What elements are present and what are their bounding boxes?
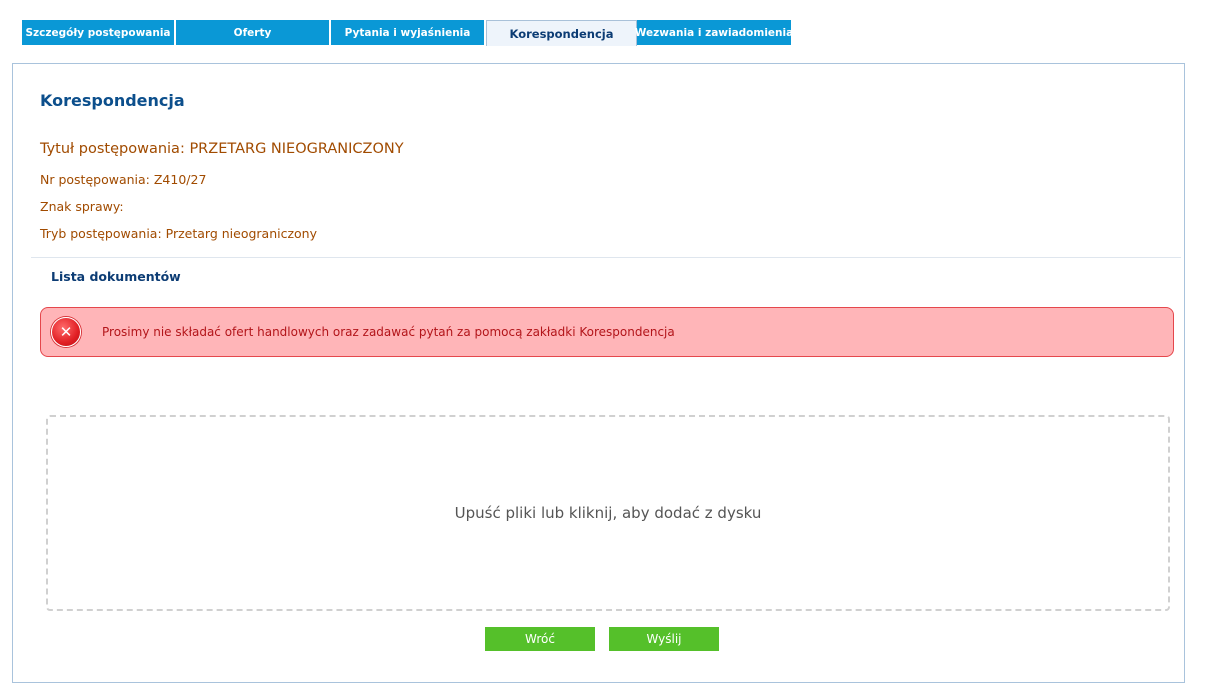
case-mark: Znak sprawy: [40,199,124,214]
back-button[interactable]: Wróć [485,627,595,651]
procedure-number: Nr postępowania: Z410/27 [40,172,207,187]
procedure-title: Tytuł postępowania: PRZETARG NIEOGRANICZ… [40,141,404,157]
tab-procedure-details[interactable]: Szczegóły postępowania [22,20,176,45]
tab-correspondence[interactable]: Korespondencja [486,20,637,46]
alert-message: Prosimy nie składać ofert handlowych ora… [102,325,675,339]
tab-bar: Szczegóły postępowania Oferty Pytania i … [22,20,793,46]
send-button[interactable]: Wyślij [609,627,719,651]
file-dropzone[interactable]: Upuść pliki lub kliknij, aby dodać z dys… [46,415,1170,611]
tab-offers[interactable]: Oferty [176,20,331,45]
tab-questions[interactable]: Pytania i wyjaśnienia [331,20,486,45]
document-list-heading: Lista dokumentów [51,269,181,284]
correspondence-panel: Korespondencja Tytuł postępowania: PRZET… [12,63,1185,683]
section-divider [31,257,1181,258]
page-title: Korespondencja [40,91,185,110]
error-alert: ✕ Prosimy nie składać ofert handlowych o… [40,307,1174,357]
tab-notifications[interactable]: Wezwania i zawiadomienia [635,20,793,45]
procedure-mode: Tryb postępowania: Przetarg nieograniczo… [40,226,317,241]
close-circle-icon: ✕ [51,317,81,347]
dropzone-label: Upuść pliki lub kliknij, aby dodać z dys… [454,504,762,522]
